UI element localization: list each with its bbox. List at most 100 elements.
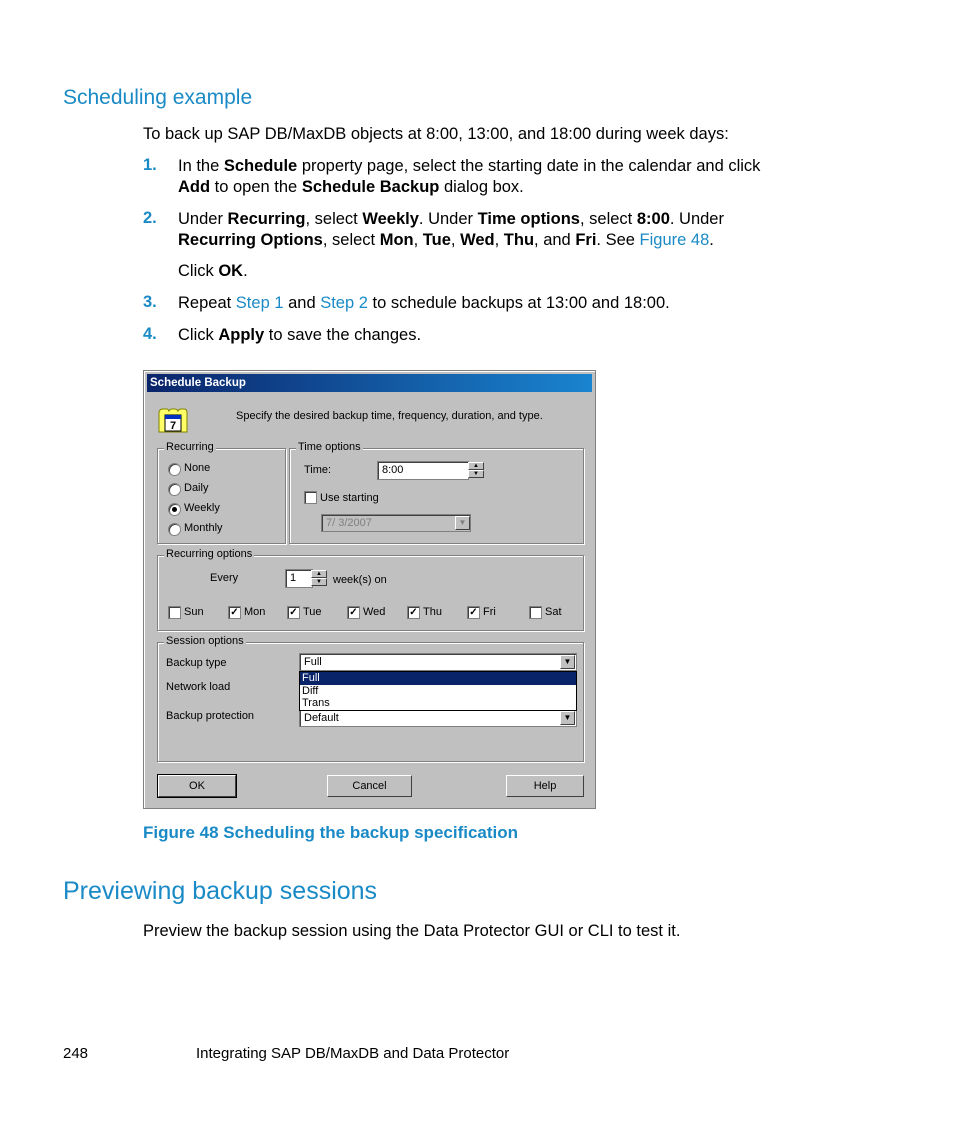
- text: Click: [178, 326, 219, 344]
- ui-term: Fri: [575, 231, 597, 249]
- text: . Under: [418, 210, 478, 228]
- ui-term: 8:00: [636, 210, 670, 228]
- text: and: [283, 294, 321, 312]
- text: , select: [579, 210, 637, 228]
- day-label-wed: Wed: [363, 606, 386, 618]
- dialog-description: Specify the desired backup time, frequen…: [236, 410, 543, 422]
- day-checkbox-wed[interactable]: ✓: [347, 606, 360, 619]
- ui-term: Thu: [503, 231, 535, 249]
- day-label-fri: Fri: [483, 606, 496, 618]
- text: ,: [450, 231, 461, 249]
- day-checkbox-sun[interactable]: [168, 606, 181, 619]
- text: In the: [178, 157, 224, 175]
- ui-term: Schedule: [223, 157, 298, 175]
- radio-label-daily: Daily: [184, 482, 209, 494]
- recurring-legend: Recurring: [164, 441, 216, 453]
- radio-none[interactable]: [168, 463, 181, 476]
- text: ,: [494, 231, 504, 249]
- step-2-sub: Click OK.: [178, 261, 798, 282]
- dialog-titlebar: Schedule Backup: [147, 374, 592, 392]
- schedule-backup-dialog: Schedule Backup 7 Specify the desired ba…: [143, 370, 596, 809]
- time-spinner[interactable]: ▲ ▼: [468, 462, 484, 478]
- day-checkbox-fri[interactable]: ✓: [467, 606, 480, 619]
- day-checkbox-tue[interactable]: ✓: [287, 606, 300, 619]
- dropdown-option-trans[interactable]: Trans: [300, 697, 576, 710]
- step-number: 1.: [143, 156, 157, 174]
- text: dialog box.: [439, 178, 524, 196]
- use-starting-checkbox[interactable]: [304, 491, 317, 504]
- spin-down-icon[interactable]: ▼: [468, 470, 484, 478]
- radio-label-monthly: Monthly: [184, 522, 223, 534]
- text: ,: [413, 231, 423, 249]
- text: .: [243, 262, 248, 280]
- step-2: Under Recurring, select Weekly. Under Ti…: [178, 209, 788, 251]
- step-4: Click Apply to save the changes.: [178, 325, 798, 346]
- every-spinner[interactable]: ▲ ▼: [311, 570, 327, 586]
- time-input[interactable]: 8:00: [377, 461, 469, 480]
- step-1-link[interactable]: Step 1: [236, 294, 284, 312]
- spin-down-icon[interactable]: ▼: [311, 578, 327, 586]
- every-input[interactable]: 1: [285, 569, 313, 588]
- day-label-thu: Thu: [423, 606, 442, 618]
- ui-term: Add: [178, 178, 211, 196]
- ui-term: Recurring: [227, 210, 306, 228]
- backup-type-select[interactable]: Full: [299, 653, 577, 671]
- ui-term: Time options: [477, 210, 580, 228]
- recurring-options-legend: Recurring options: [164, 548, 255, 560]
- time-options-legend: Time options: [296, 441, 363, 453]
- ui-term: Tue: [422, 231, 451, 249]
- calendar-day: 7: [170, 420, 176, 432]
- preview-title: Previewing backup sessions: [63, 877, 378, 905]
- backup-protection-dropdown-arrow-icon[interactable]: ▼: [560, 711, 575, 725]
- day-checkbox-sat[interactable]: [529, 606, 542, 619]
- day-label-mon: Mon: [244, 606, 266, 618]
- figure-48-link[interactable]: Figure 48: [640, 231, 710, 249]
- step-3: Repeat Step 1 and Step 2 to schedule bac…: [178, 293, 798, 314]
- dropdown-option-full[interactable]: Full: [300, 672, 576, 685]
- step-number: 4.: [143, 325, 157, 343]
- backup-type-dropdown-arrow-icon[interactable]: ▼: [560, 655, 575, 669]
- date-dropdown-arrow-icon[interactable]: ▼: [455, 516, 470, 530]
- step-number: 2.: [143, 209, 157, 227]
- weeks-on-label: week(s) on: [333, 574, 387, 586]
- footer-chapter: Integrating SAP DB/MaxDB and Data Protec…: [196, 1045, 510, 1062]
- radio-daily[interactable]: [168, 483, 181, 496]
- radio-selected-dot: [172, 507, 177, 512]
- every-label: Every: [210, 572, 239, 584]
- text: Click: [178, 262, 219, 280]
- day-label-sun: Sun: [184, 606, 204, 618]
- ui-term: Mon: [379, 231, 414, 249]
- ui-term: Schedule Backup: [301, 178, 440, 196]
- backup-type-dropdown-list: Full Diff Trans: [299, 671, 577, 711]
- text: , and: [534, 231, 576, 249]
- start-date-field[interactable]: 7/ 3/2007: [321, 514, 471, 532]
- text: . Under: [669, 210, 724, 228]
- step-1: In the Schedule property page, select th…: [178, 156, 788, 198]
- day-checkbox-thu[interactable]: ✓: [407, 606, 420, 619]
- radio-weekly[interactable]: [168, 503, 181, 516]
- session-options-legend: Session options: [164, 635, 246, 647]
- preview-text: Preview the backup session using the Dat…: [143, 922, 681, 940]
- time-label: Time:: [304, 464, 332, 476]
- time-options-group: Time options Time: 8:00 ▲ ▼ Use starting …: [289, 441, 584, 544]
- ui-term: Wed: [460, 231, 495, 249]
- network-load-label: Network load: [166, 681, 231, 693]
- ok-button[interactable]: OK: [157, 774, 237, 798]
- backup-protection-select[interactable]: Default: [299, 709, 577, 727]
- day-label-sat: Sat: [545, 606, 562, 618]
- calendar-icon: 7: [158, 407, 188, 433]
- intro-text: To back up SAP DB/MaxDB objects at 8:00,…: [143, 125, 729, 143]
- cancel-button[interactable]: Cancel: [327, 775, 412, 797]
- spin-up-icon[interactable]: ▲: [468, 462, 484, 470]
- text: to schedule backups at 13:00 and 18:00.: [367, 294, 670, 312]
- day-label-tue: Tue: [303, 606, 322, 618]
- radio-monthly[interactable]: [168, 523, 181, 536]
- spin-up-icon[interactable]: ▲: [311, 570, 327, 578]
- day-checkbox-mon[interactable]: ✓: [228, 606, 241, 619]
- radio-label-weekly: Weekly: [184, 502, 220, 514]
- help-button[interactable]: Help: [506, 775, 584, 797]
- radio-label-none: None: [184, 462, 211, 474]
- dropdown-option-diff[interactable]: Diff: [300, 685, 576, 698]
- ui-term: Apply: [218, 326, 265, 344]
- step-2-link[interactable]: Step 2: [320, 294, 368, 312]
